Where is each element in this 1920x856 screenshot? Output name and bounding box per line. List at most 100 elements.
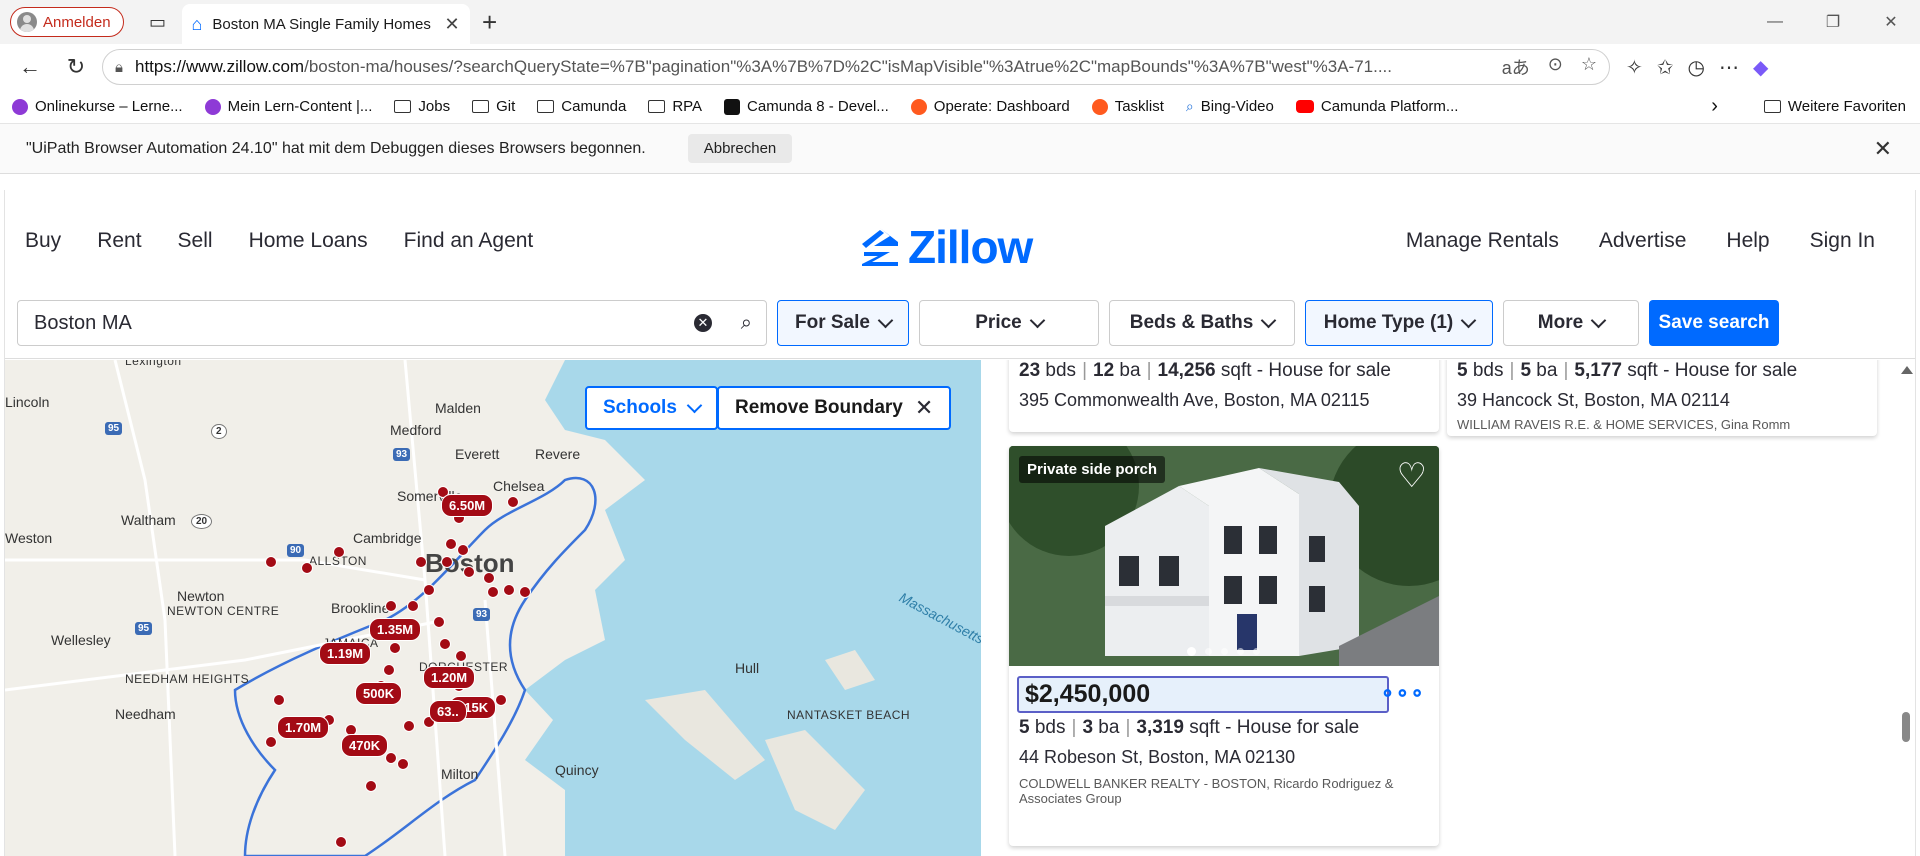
listing-pin[interactable] bbox=[445, 538, 457, 550]
carousel-dot[interactable] bbox=[1205, 648, 1212, 655]
listing-pin[interactable] bbox=[407, 600, 419, 612]
map-price-tag[interactable]: 6.50M bbox=[441, 494, 494, 517]
listing-pin[interactable] bbox=[519, 586, 531, 598]
heart-icon[interactable]: ♡ bbox=[1397, 456, 1427, 496]
schools-button[interactable]: Schools bbox=[585, 386, 718, 430]
listing-pin[interactable] bbox=[335, 836, 347, 848]
favorite-item[interactable]: Mein Lern-Content |... bbox=[204, 98, 372, 115]
url-field[interactable]: 🔒︎ https://www.zillow.com/boston-ma/hous… bbox=[102, 49, 1610, 85]
extensions-icon[interactable]: ✧ bbox=[1626, 55, 1643, 80]
listing-pin[interactable] bbox=[433, 616, 445, 628]
settings-more-icon[interactable]: ⋯ bbox=[1719, 55, 1739, 80]
nav-help[interactable]: Help bbox=[1726, 229, 1769, 253]
location-search-input[interactable]: Boston MA ✕ ⌕ bbox=[17, 300, 767, 346]
more-filter-button[interactable]: More bbox=[1503, 300, 1639, 346]
favorite-item[interactable]: ⌕ Bing-Video bbox=[1186, 98, 1274, 115]
listing-pin[interactable] bbox=[265, 736, 277, 748]
listing-pin[interactable] bbox=[487, 586, 499, 598]
map-price-tag[interactable]: 470K bbox=[341, 734, 389, 757]
more-options-icon[interactable]: ∘∘∘ bbox=[1381, 680, 1425, 706]
chevron-right-icon[interactable]: › bbox=[1711, 95, 1718, 118]
copilot-icon[interactable]: ◆ bbox=[1753, 55, 1768, 80]
nav-home-loans[interactable]: Home Loans bbox=[249, 229, 368, 253]
nav-find-agent[interactable]: Find an Agent bbox=[404, 229, 534, 253]
price-filter-button[interactable]: Price bbox=[919, 300, 1099, 346]
save-search-button[interactable]: Save search bbox=[1649, 300, 1779, 346]
scroll-up-icon[interactable] bbox=[1901, 366, 1913, 374]
listing-card[interactable]: Private side porch ♡ $2,450,000 ∘∘∘ 5 bd… bbox=[1009, 446, 1439, 846]
remove-boundary-button[interactable]: Remove Boundary ✕ bbox=[717, 386, 952, 430]
listing-pin[interactable] bbox=[389, 642, 401, 654]
favorites-icon[interactable]: ✩ bbox=[1657, 55, 1674, 80]
listing-pin[interactable] bbox=[265, 556, 277, 568]
close-window-icon[interactable]: ✕ bbox=[1862, 0, 1920, 44]
listing-address[interactable]: 39 Hancock St, Boston, MA 02114 bbox=[1457, 390, 1867, 411]
listing-pin[interactable] bbox=[383, 664, 395, 676]
favorite-item[interactable]: Camunda 8 - Devel... bbox=[724, 98, 889, 115]
cancel-debug-button[interactable]: Abbrechen bbox=[687, 134, 793, 163]
listing-pin[interactable] bbox=[333, 546, 345, 558]
favorite-folder[interactable]: RPA bbox=[648, 98, 702, 115]
listing-pin[interactable] bbox=[273, 694, 285, 706]
favorite-folder[interactable]: Jobs bbox=[394, 98, 450, 115]
new-tab-icon[interactable]: + bbox=[470, 2, 510, 42]
minimize-icon[interactable]: — bbox=[1746, 0, 1804, 44]
for-sale-filter-button[interactable]: For Sale bbox=[777, 300, 909, 346]
map-price-tag[interactable]: 1.19M bbox=[319, 642, 372, 665]
listing-address[interactable]: 395 Commonwealth Ave, Boston, MA 02115 bbox=[1019, 390, 1429, 411]
listing-pin[interactable] bbox=[441, 556, 453, 568]
nav-sign-in[interactable]: Sign In bbox=[1810, 229, 1875, 253]
back-icon[interactable]: ← bbox=[10, 47, 50, 87]
listing-pin[interactable] bbox=[403, 720, 415, 732]
tab-close-icon[interactable]: ✕ bbox=[444, 14, 459, 35]
map-price-tag[interactable]: 1.70M bbox=[277, 716, 330, 739]
map-price-tag[interactable]: 1.35M bbox=[369, 618, 422, 641]
listing-pin[interactable] bbox=[463, 566, 475, 578]
favorite-item[interactable]: Operate: Dashboard bbox=[910, 98, 1070, 115]
listing-pin[interactable] bbox=[385, 752, 397, 764]
listing-pin[interactable] bbox=[457, 544, 469, 556]
carousel-dot[interactable] bbox=[1253, 648, 1260, 655]
listing-pin[interactable] bbox=[503, 584, 515, 596]
nav-advertise[interactable]: Advertise bbox=[1599, 229, 1687, 253]
scroll-thumb[interactable] bbox=[1902, 712, 1910, 742]
listing-pin[interactable] bbox=[385, 600, 397, 612]
read-aloud-icon[interactable]: aあ bbox=[1502, 54, 1530, 80]
home-type-filter-button[interactable]: Home Type (1) bbox=[1305, 300, 1493, 346]
listing-card[interactable]: 23 bds | 12 ba | 14,256 sqft - House for sal… bbox=[1009, 360, 1439, 432]
favorite-folder[interactable]: Camunda bbox=[537, 98, 626, 115]
listing-pin[interactable] bbox=[507, 496, 519, 508]
listing-pin[interactable] bbox=[495, 694, 507, 706]
favorite-folder[interactable]: Git bbox=[472, 98, 515, 115]
active-tab[interactable]: ⌂ Boston MA Single Family Homes ✕ bbox=[181, 4, 470, 44]
close-icon[interactable]: ✕ bbox=[1874, 136, 1892, 162]
beds-baths-filter-button[interactable]: Beds & Baths bbox=[1109, 300, 1295, 346]
lock-icon[interactable]: 🔒︎ bbox=[115, 59, 123, 76]
profile-button[interactable]: Anmelden bbox=[10, 7, 124, 37]
restore-icon[interactable]: ❐ bbox=[1804, 0, 1862, 44]
favorite-item[interactable]: Tasklist bbox=[1091, 98, 1164, 115]
favorite-item[interactable]: Camunda Platform... bbox=[1295, 98, 1458, 115]
refresh-icon[interactable]: ↻ bbox=[56, 47, 96, 87]
more-tools-icon[interactable]: ⊙ bbox=[1548, 54, 1563, 80]
listing-pin[interactable] bbox=[301, 562, 313, 574]
clear-search-icon[interactable]: ✕ bbox=[694, 314, 712, 332]
carousel-dot[interactable] bbox=[1237, 648, 1244, 655]
tab-actions-icon[interactable]: ▭ bbox=[138, 2, 178, 42]
nav-manage-rentals[interactable]: Manage Rentals bbox=[1406, 229, 1559, 253]
search-icon[interactable]: ⌕ bbox=[741, 312, 752, 335]
listing-pin[interactable] bbox=[423, 584, 435, 596]
nav-sell[interactable]: Sell bbox=[178, 229, 213, 253]
favorite-star-icon[interactable]: ☆ bbox=[1581, 54, 1597, 80]
map-price-tag[interactable]: 1.20M bbox=[423, 666, 476, 689]
carousel-dot[interactable] bbox=[1187, 647, 1196, 656]
other-favorites-folder[interactable]: Weitere Favoriten bbox=[1763, 98, 1906, 115]
listing-pin[interactable] bbox=[455, 650, 467, 662]
listings-scrollbar[interactable] bbox=[1897, 360, 1915, 856]
listing-address[interactable]: 44 Robeson St, Boston, MA 02130 bbox=[1019, 747, 1429, 768]
history-icon[interactable]: ◷ bbox=[1688, 55, 1705, 80]
map-price-tag[interactable]: 63.. bbox=[429, 700, 467, 723]
map-panel[interactable]: Lexington Lincoln Malden Medford Everett… bbox=[5, 360, 981, 856]
listing-pin[interactable] bbox=[365, 780, 377, 792]
map-price-tag[interactable]: 500K bbox=[355, 682, 403, 705]
